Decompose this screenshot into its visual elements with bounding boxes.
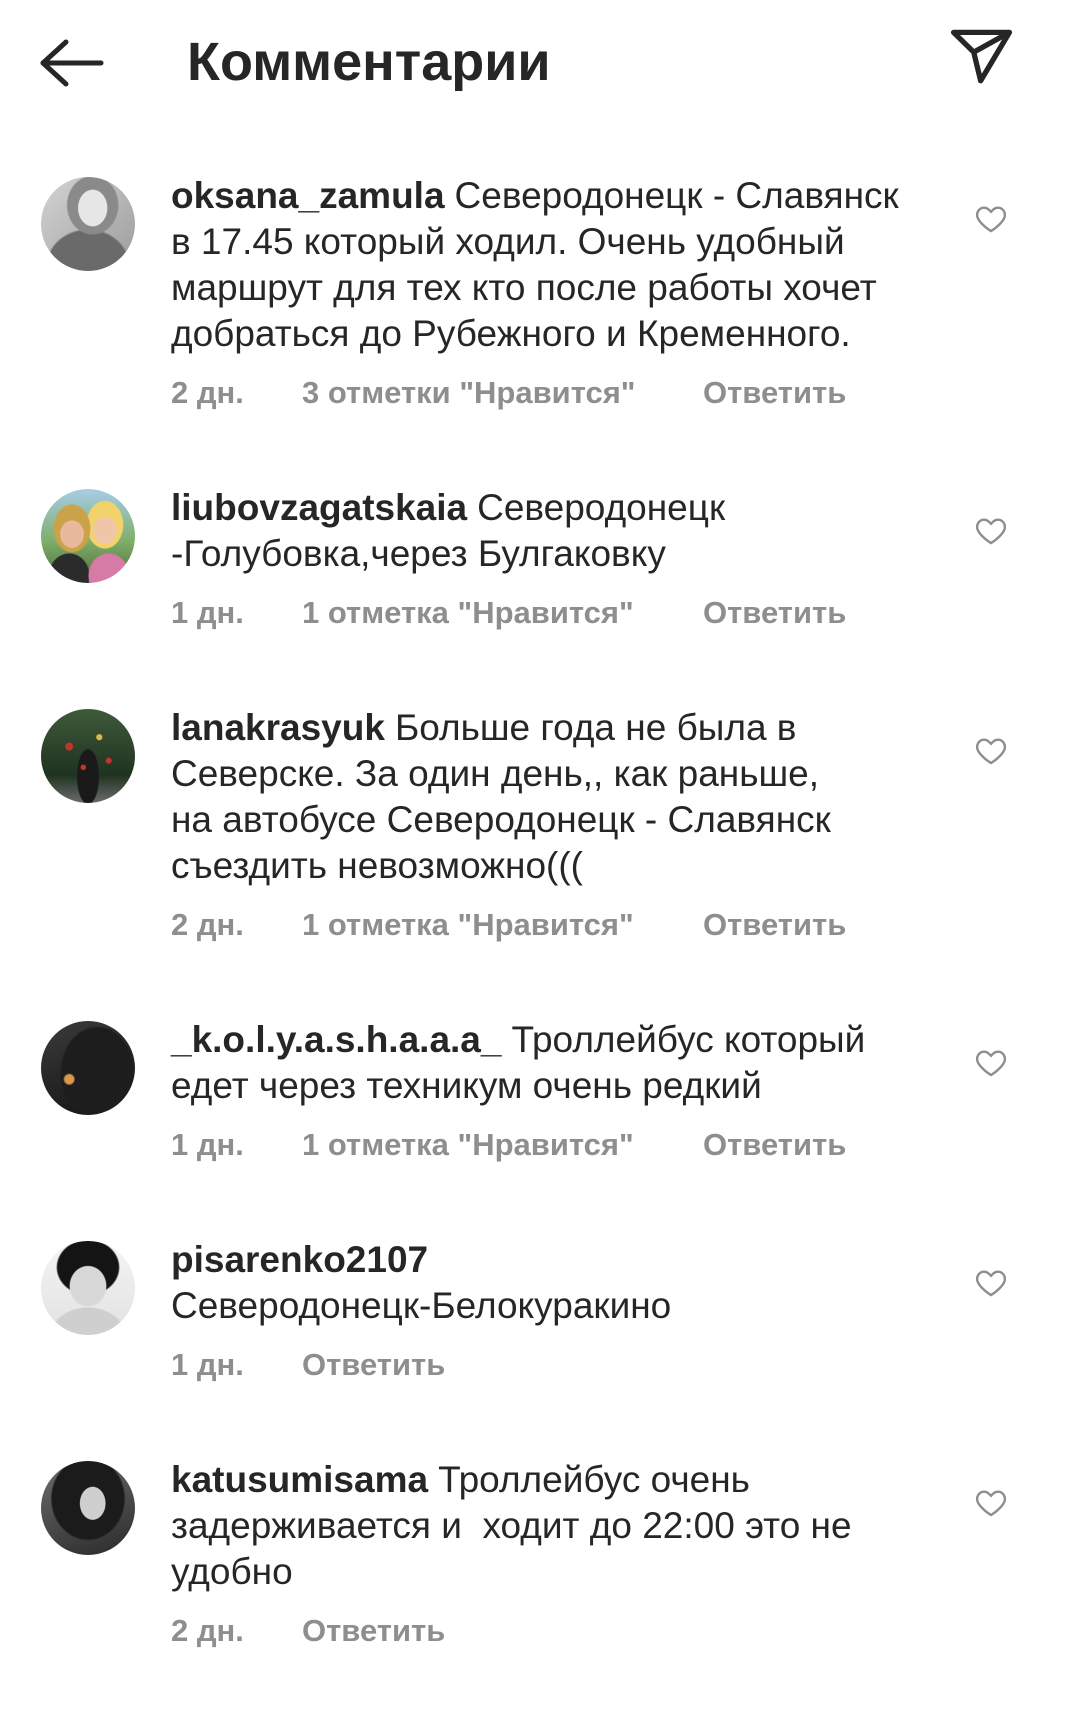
comment-text: добраться до Рубежного и Кременного. bbox=[171, 313, 851, 354]
likes-count-link[interactable]: 1 отметка "Нравится" bbox=[302, 593, 634, 633]
comment-body: pisarenko2107 Северодонецк-Белокуракино … bbox=[171, 1237, 961, 1385]
like-button[interactable] bbox=[974, 1046, 1008, 1080]
comment-list: oksana_zamula Северодонецк - Славянск в 1… bbox=[0, 173, 1080, 1718]
comment-time: 2 дн. bbox=[171, 907, 244, 942]
comment-time: 1 дн. bbox=[171, 595, 244, 630]
heart-outline-icon bbox=[975, 1270, 1007, 1297]
comment-line: oksana_zamula Северодонецк - Славянск bbox=[171, 173, 961, 219]
likes-count-link[interactable]: 1 отметка "Нравится" bbox=[302, 1125, 634, 1165]
comment-text: удобно bbox=[171, 1551, 293, 1592]
username[interactable]: _k.o.l.y.a.s.h.a.a.a_ bbox=[171, 1019, 501, 1060]
comment-item: pisarenko2107 Северодонецк-Белокуракино … bbox=[0, 1237, 1080, 1385]
comment-text: маршрут для тех кто после работы хочет bbox=[171, 267, 877, 308]
comment-time: 1 дн. bbox=[171, 1127, 244, 1162]
reply-button[interactable]: Ответить bbox=[703, 1125, 846, 1165]
heart-outline-icon bbox=[975, 738, 1007, 765]
reply-button[interactable]: Ответить bbox=[302, 1611, 445, 1651]
reply-button[interactable]: Ответить bbox=[703, 593, 846, 633]
comment-item: liubovzagatskaia Северодонецк -Голубовка,… bbox=[0, 485, 1080, 633]
comment-line: _k.o.l.y.a.s.h.a.a.a_ Троллейбус который bbox=[171, 1017, 961, 1063]
comment-text: Северодонецк-Белокуракино bbox=[171, 1285, 672, 1326]
comment-item: oksana_zamula Северодонецк - Славянск в 1… bbox=[0, 173, 1080, 413]
comment-item: _k.o.l.y.a.s.h.a.a.a_ Троллейбус который … bbox=[0, 1017, 1080, 1165]
comment-line: lanakrasyuk Больше года не была в bbox=[171, 705, 961, 751]
avatar[interactable] bbox=[41, 1021, 135, 1115]
username[interactable]: oksana_zamula bbox=[171, 175, 445, 216]
comment-text: едет через техникум очень редкий bbox=[171, 1065, 762, 1106]
heart-outline-icon bbox=[975, 518, 1007, 545]
comment-line: pisarenko2107 bbox=[171, 1237, 961, 1283]
comment-time: 2 дн. bbox=[171, 1613, 244, 1648]
share-button[interactable] bbox=[948, 24, 1015, 91]
reply-button[interactable]: Ответить bbox=[302, 1345, 445, 1385]
comment-meta: 1 дн. 1 отметка "Нравится" Ответить bbox=[171, 593, 961, 633]
comment-text: Троллейбус очень bbox=[438, 1459, 750, 1500]
reply-button[interactable]: Ответить bbox=[703, 905, 846, 945]
likes-count-link[interactable]: 1 отметка "Нравится" bbox=[302, 905, 634, 945]
comment-item: lanakrasyuk Больше года не была в Северск… bbox=[0, 705, 1080, 945]
comment-text: Больше года не была в bbox=[394, 707, 797, 748]
comment-meta: 2 дн. Ответить bbox=[171, 1611, 961, 1651]
comment-text: Северодонецк - Славянск bbox=[454, 175, 899, 216]
comment-body: oksana_zamula Северодонецк - Славянск в 1… bbox=[171, 173, 961, 413]
comment-text: -Голубовка,через Булгаковку bbox=[171, 533, 666, 574]
comment-line: katusumisama Троллейбус очень bbox=[171, 1457, 961, 1503]
comment-text: на автобусе Северодонецк - Славянск bbox=[171, 799, 831, 840]
comment-item: katusumisama Троллейбус очень задерживает… bbox=[0, 1457, 1080, 1651]
comment-body: liubovzagatskaia Северодонецк -Голубовка,… bbox=[171, 485, 961, 633]
heart-outline-icon bbox=[975, 206, 1007, 233]
comment-text: съездить невозможно((( bbox=[171, 845, 584, 886]
like-button[interactable] bbox=[974, 514, 1008, 548]
likes-count-link[interactable]: 3 отметки "Нравится" bbox=[302, 373, 636, 413]
like-button[interactable] bbox=[974, 734, 1008, 768]
comment-text: Троллейбус который bbox=[511, 1019, 866, 1060]
comment-meta: 1 дн. Ответить bbox=[171, 1345, 961, 1385]
reply-button[interactable]: Ответить bbox=[703, 373, 846, 413]
comment-text: в 17.45 который ходил. Очень удобный bbox=[171, 221, 845, 262]
heart-outline-icon bbox=[975, 1050, 1007, 1077]
username[interactable]: katusumisama bbox=[171, 1459, 428, 1500]
like-button[interactable] bbox=[974, 202, 1008, 236]
comment-meta: 1 дн. 1 отметка "Нравится" Ответить bbox=[171, 1125, 961, 1165]
back-button[interactable] bbox=[38, 38, 106, 88]
username[interactable]: pisarenko2107 bbox=[171, 1239, 428, 1280]
avatar[interactable] bbox=[41, 177, 135, 271]
avatar[interactable] bbox=[41, 1241, 135, 1335]
arrow-left-icon bbox=[40, 39, 104, 87]
page-title: Комментарии bbox=[187, 32, 551, 92]
like-button[interactable] bbox=[974, 1486, 1008, 1520]
avatar[interactable] bbox=[41, 709, 135, 803]
username[interactable]: liubovzagatskaia bbox=[171, 487, 467, 528]
comment-body: katusumisama Троллейбус очень задерживает… bbox=[171, 1457, 961, 1651]
comment-meta: 2 дн. 1 отметка "Нравится" Ответить bbox=[171, 905, 961, 945]
username[interactable]: lanakrasyuk bbox=[171, 707, 385, 748]
like-button[interactable] bbox=[974, 1266, 1008, 1300]
heart-outline-icon bbox=[975, 1490, 1007, 1517]
paper-plane-icon bbox=[950, 29, 1013, 84]
comment-time: 1 дн. bbox=[171, 1347, 244, 1382]
comment-text: задерживается и ходит до 22:00 это не bbox=[171, 1505, 852, 1546]
comments-screen: Комментарии oksana_zamula Северодонецк - … bbox=[0, 0, 1080, 1718]
comment-line: liubovzagatskaia Северодонецк bbox=[171, 485, 961, 531]
comment-meta: 2 дн. 3 отметки "Нравится" Ответить bbox=[171, 373, 961, 413]
comment-text: Северске. За один день,, как раньше, bbox=[171, 753, 820, 794]
comment-body: lanakrasyuk Больше года не была в Северск… bbox=[171, 705, 961, 945]
comment-text: Северодонецк bbox=[477, 487, 726, 528]
comment-time: 2 дн. bbox=[171, 375, 244, 410]
avatar[interactable] bbox=[41, 489, 135, 583]
comment-body: _k.o.l.y.a.s.h.a.a.a_ Троллейбус который … bbox=[171, 1017, 961, 1165]
avatar[interactable] bbox=[41, 1461, 135, 1555]
